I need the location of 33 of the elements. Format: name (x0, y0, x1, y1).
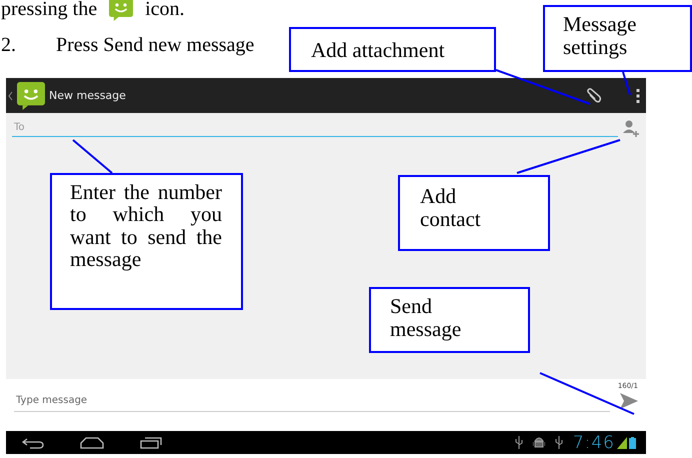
signal-icon (617, 436, 627, 448)
person-plus-icon (622, 119, 640, 137)
usb-icon (554, 436, 563, 449)
attach-button[interactable] (586, 88, 602, 104)
callout-text: Send message (390, 295, 462, 342)
overflow-menu-button[interactable] (636, 88, 640, 102)
message-field[interactable]: Type message (14, 390, 610, 412)
paperclip-icon (586, 88, 602, 104)
send-icon (620, 393, 638, 409)
step-number: 2. (1, 34, 16, 58)
callout-text: Message settings (563, 13, 638, 60)
back-icon (22, 436, 44, 448)
home-button[interactable] (80, 436, 104, 448)
to-field[interactable]: To (12, 119, 618, 137)
back-button[interactable] (22, 436, 44, 448)
app-icon (17, 82, 45, 110)
overflow-icon (636, 88, 640, 102)
back-chevron-icon (8, 90, 13, 100)
instruction-text: Press Send new message (56, 34, 254, 58)
add-contact-button[interactable] (622, 119, 640, 137)
status-time: 7:46 (572, 432, 615, 452)
home-icon (80, 436, 104, 448)
instruction-text: icon. (145, 0, 185, 20)
recent-apps-icon (140, 436, 162, 448)
callout-text: Add attachment (311, 37, 446, 64)
usb-icon (514, 436, 523, 449)
instruction-text: pressing the (1, 0, 98, 20)
recent-apps-button[interactable] (140, 436, 162, 448)
callout-text: Enter the number to which you want to send the message (70, 181, 222, 271)
battery-icon (629, 436, 636, 448)
app-bar-title: New message (49, 89, 127, 102)
send-button[interactable] (620, 393, 638, 409)
callout-text: Add contact (420, 185, 482, 232)
